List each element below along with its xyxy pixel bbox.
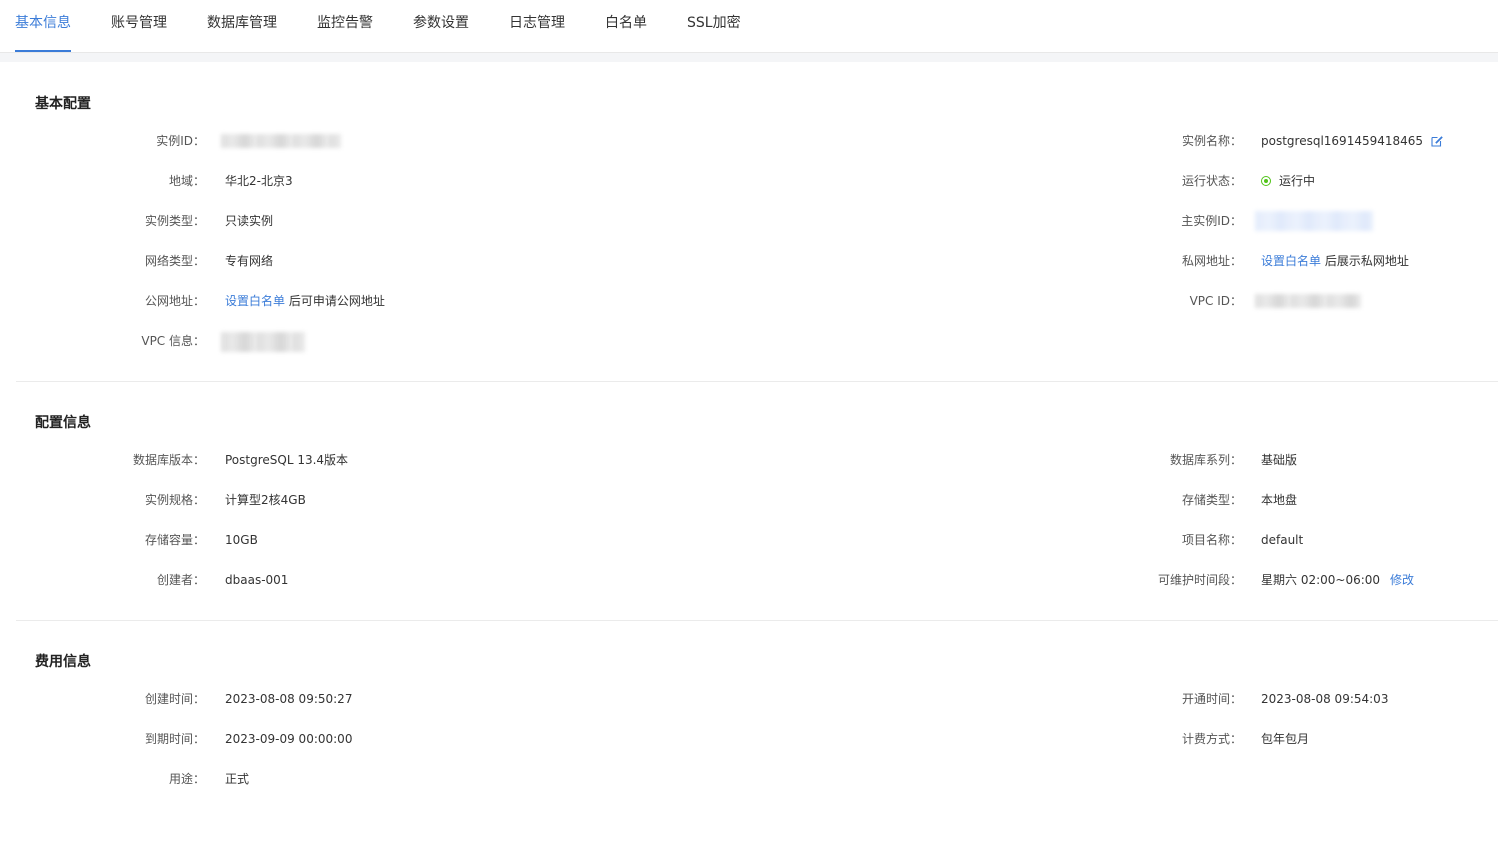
instance-spec-value: 计算型2核4GB — [225, 493, 306, 507]
set-whitelist-link-public[interactable]: 设置白名单 — [225, 294, 285, 308]
section-title-config-info: 配置信息 — [35, 415, 91, 431]
tab-account-management[interactable]: 账号管理 — [111, 0, 167, 52]
master-instance-id-value-redacted — [1255, 211, 1373, 231]
open-time-label: 开通时间： — [1181, 692, 1242, 706]
storage-type-label: 存储类型： — [1181, 493, 1242, 507]
instance-id-label: 实例ID： — [156, 134, 205, 148]
storage-capacity-value: 10GB — [225, 533, 258, 547]
section-title-basic-config: 基本配置 — [35, 96, 91, 112]
project-name-label: 项目名称： — [1181, 533, 1242, 547]
open-time-value: 2023-08-08 09:54:03 — [1261, 692, 1389, 706]
instance-type-label: 实例类型： — [144, 214, 205, 228]
edit-icon[interactable] — [1431, 135, 1443, 147]
tab-database-management[interactable]: 数据库管理 — [207, 0, 277, 52]
network-type-value: 专有网络 — [225, 254, 274, 268]
section-title-billing-info: 费用信息 — [35, 654, 91, 670]
maintenance-window-edit-link[interactable]: 修改 — [1390, 572, 1414, 588]
region-value: 华北2-北京3 — [225, 174, 293, 188]
billing-method-value: 包年包月 — [1261, 732, 1310, 746]
billing-method-label: 计费方式： — [1181, 732, 1242, 746]
usage-label: 用途： — [168, 772, 205, 786]
maintenance-window-label: 可维护时间段： — [1157, 573, 1242, 587]
instance-id-value-redacted — [221, 134, 341, 148]
create-time-label: 创建时间： — [144, 692, 205, 706]
active-tab-indicator — [15, 50, 71, 52]
private-address-hint: 后展示私网地址 — [1324, 254, 1409, 268]
db-series-value: 基础版 — [1261, 453, 1298, 467]
section-divider — [16, 620, 1498, 621]
public-address-label: 公网地址： — [144, 294, 205, 308]
master-instance-id-label: 主实例ID： — [1181, 214, 1242, 228]
vpc-id-label: VPC ID： — [1189, 294, 1242, 308]
header-gap — [0, 53, 1498, 62]
run-status-text: 运行中 — [1279, 174, 1316, 188]
instance-spec-label: 实例规格： — [144, 493, 205, 507]
db-version-value: PostgreSQL 13.4版本 — [225, 453, 349, 467]
instance-name-label: 实例名称： — [1181, 134, 1242, 148]
vpc-info-label: VPC 信息： — [141, 334, 205, 348]
run-status-label: 运行状态： — [1181, 174, 1242, 188]
creator-value: dbaas-001 — [225, 573, 289, 587]
tab-ssl-encryption[interactable]: SSL加密 — [687, 0, 741, 52]
storage-capacity-label: 存储容量： — [144, 533, 205, 547]
set-whitelist-link-private[interactable]: 设置白名单 — [1261, 254, 1321, 268]
region-label: 地域： — [168, 174, 205, 188]
private-address-label: 私网地址： — [1181, 254, 1242, 268]
tab-basic-info[interactable]: 基本信息 — [15, 0, 71, 52]
db-version-label: 数据库版本： — [132, 453, 205, 467]
section-divider — [16, 381, 1498, 382]
instance-type-value: 只读实例 — [225, 214, 274, 228]
create-time-value: 2023-08-08 09:50:27 — [225, 692, 353, 706]
running-status-icon — [1261, 176, 1271, 186]
creator-label: 创建者： — [156, 573, 205, 587]
tab-parameter-settings[interactable]: 参数设置 — [413, 0, 469, 52]
tab-log-management[interactable]: 日志管理 — [509, 0, 565, 52]
private-address-value: 设置白名单 后展示私网地址 — [1261, 253, 1409, 269]
vpc-id-value-redacted — [1255, 294, 1361, 308]
instance-name-text: postgresql1691459418465 — [1261, 134, 1424, 148]
storage-type-value: 本地盘 — [1261, 493, 1298, 507]
maintenance-window-value: 星期六 02:00~06:00 — [1261, 573, 1381, 587]
network-type-label: 网络类型： — [144, 254, 205, 268]
expire-time-value: 2023-09-09 00:00:00 — [225, 732, 353, 746]
expire-time-label: 到期时间： — [144, 732, 205, 746]
public-address-value: 设置白名单 后可申请公网地址 — [225, 293, 385, 309]
instance-name-value: postgresql1691459418465 — [1261, 133, 1443, 149]
vpc-info-value-redacted — [221, 332, 305, 352]
db-series-label: 数据库系列： — [1169, 453, 1242, 467]
usage-value: 正式 — [225, 772, 250, 786]
public-address-hint: 后可申请公网地址 — [288, 294, 385, 308]
tab-bar: 基本信息 账号管理 数据库管理 监控告警 参数设置 日志管理 白名单 SSL加密 — [0, 0, 1498, 53]
run-status-value: 运行中 — [1261, 173, 1315, 189]
tab-monitoring-alerts[interactable]: 监控告警 — [317, 0, 373, 52]
project-name-value: default — [1261, 533, 1304, 547]
tab-whitelist[interactable]: 白名单 — [605, 0, 647, 52]
